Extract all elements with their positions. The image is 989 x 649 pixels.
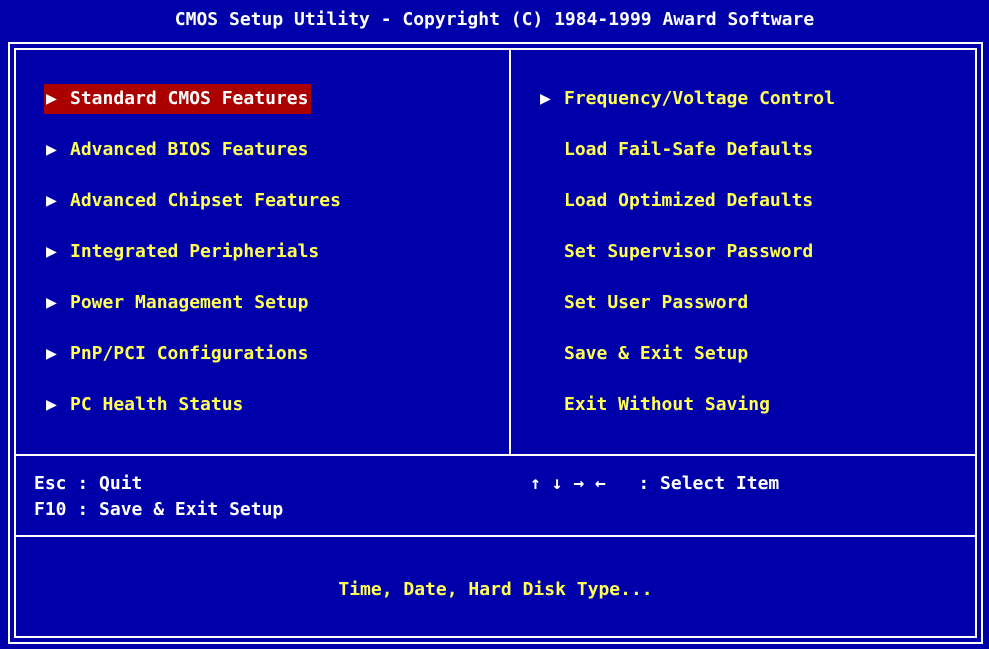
column-divider (509, 48, 511, 456)
menu-item-label: Load Optimized Defaults (564, 190, 814, 211)
menu-item-label: Power Management Setup (70, 292, 309, 313)
menu-item-label: Integrated Peripherials (70, 241, 320, 262)
menu-item-label: Advanced BIOS Features (70, 139, 309, 160)
window-title: CMOS Setup Utility - Copyright (C) 1984-… (174, 9, 815, 30)
menu-item-label: PC Health Status (70, 394, 244, 415)
submenu-arrow-icon: ▶ (46, 394, 57, 415)
esc-action: Quit (99, 473, 143, 494)
menu-item-label: Exit Without Saving (564, 394, 770, 415)
menu-item-power-management-setup[interactable]: ▶ Power Management Setup (44, 288, 311, 318)
arrow-keys-icon: ↑ ↓ → ← (530, 473, 606, 494)
menu-item-load-fail-safe-defaults[interactable]: ▶Load Fail-Safe Defaults (538, 135, 816, 165)
menu-item-pnp-pci-configurations[interactable]: ▶ PnP/PCI Configurations (44, 339, 311, 369)
menu-item-load-optimized-defaults[interactable]: ▶Load Optimized Defaults (538, 186, 816, 216)
bios-screen: CMOS Setup Utility - Copyright (C) 1984-… (0, 0, 989, 649)
submenu-arrow-icon: ▶ (540, 88, 551, 109)
submenu-arrow-icon: ▶ (46, 190, 57, 211)
menu-item-label: PnP/PCI Configurations (70, 343, 309, 364)
menu-item-advanced-bios-features[interactable]: ▶ Advanced BIOS Features (44, 135, 311, 165)
submenu-arrow-icon: ▶ (46, 88, 57, 109)
item-description: Time, Date, Hard Disk Type... (338, 579, 653, 600)
f10-action: Save & Exit Setup (99, 499, 284, 520)
menu-help-divider (14, 454, 977, 456)
menu-item-save-exit-setup[interactable]: ▶Save & Exit Setup (538, 339, 751, 369)
submenu-arrow-icon: ▶ (46, 292, 57, 313)
f10-key: F10 (34, 499, 67, 520)
menu-item-label: Standard CMOS Features (70, 88, 309, 109)
help-status-divider (14, 535, 977, 537)
menu-item-advanced-chipset-features[interactable]: ▶ Advanced Chipset Features (44, 186, 344, 216)
menu-item-label: Set User Password (564, 292, 749, 313)
menu-item-set-supervisor-password[interactable]: ▶Set Supervisor Password (538, 237, 816, 267)
menu-item-standard-cmos-features[interactable]: ▶ Standard CMOS Features (44, 84, 312, 114)
menu-item-frequency-voltage-control[interactable]: ▶ Frequency/Voltage Control (538, 84, 838, 114)
menu-item-set-user-password[interactable]: ▶Set User Password (538, 288, 751, 318)
menu-item-integrated-peripherials[interactable]: ▶ Integrated Peripherials (44, 237, 322, 267)
arrows-action: Select Item (660, 473, 780, 494)
submenu-arrow-icon: ▶ (46, 139, 57, 160)
submenu-arrow-icon: ▶ (46, 343, 57, 364)
menu-item-label: Frequency/Voltage Control (564, 88, 835, 109)
menu-item-exit-without-saving[interactable]: ▶Exit Without Saving (538, 390, 773, 420)
esc-key: Esc (34, 473, 67, 494)
menu-item-label: Load Fail-Safe Defaults (564, 139, 814, 160)
menu-item-pc-health-status[interactable]: ▶ PC Health Status (44, 390, 246, 420)
submenu-arrow-icon: ▶ (46, 241, 57, 262)
help-esc: Esc : Quit (34, 473, 143, 494)
menu-item-label: Save & Exit Setup (564, 343, 749, 364)
help-arrows: ↑ ↓ → ← : Select Item (530, 473, 780, 494)
help-f10: F10 : Save & Exit Setup (34, 499, 284, 520)
menu-item-label: Set Supervisor Password (564, 241, 814, 262)
menu-item-label: Advanced Chipset Features (70, 190, 341, 211)
